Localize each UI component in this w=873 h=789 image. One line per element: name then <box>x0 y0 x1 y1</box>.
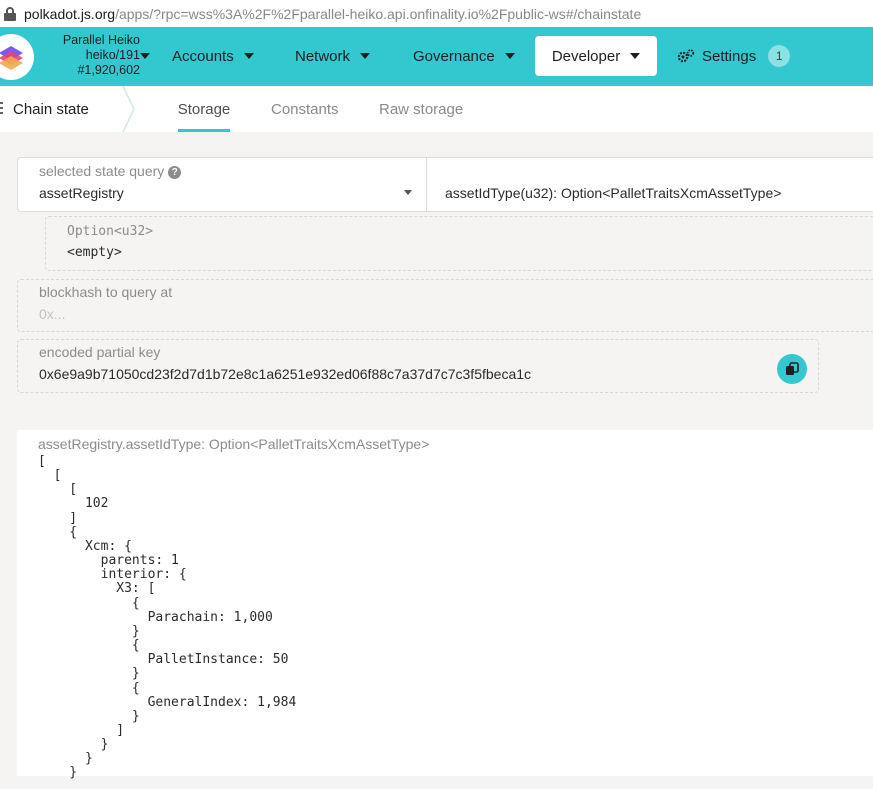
param-value: <empty> <box>67 245 122 260</box>
tab-raw-storage-label: Raw storage <box>379 100 464 118</box>
menu-bars-icon <box>0 102 3 116</box>
query-label: selected state query? <box>39 163 182 179</box>
breadcrumb-chevron-icon <box>122 86 135 132</box>
encoded-key-field: encoded partial key 0x6e9a9b71050cd23f2d… <box>17 339 819 393</box>
blockhash-label: blockhash to query at <box>39 284 173 300</box>
nav-accounts-label: Accounts <box>172 47 234 65</box>
nav-network[interactable]: Network <box>295 36 371 76</box>
chevron-down-icon <box>404 190 412 195</box>
chevron-down-icon[interactable] <box>140 53 150 59</box>
param-type-label: Option<u32> <box>67 224 154 239</box>
chain-block-number: #1,920,602 <box>77 63 140 77</box>
chevron-down-icon <box>360 53 371 59</box>
section-chain-state[interactable]: Chain state <box>0 86 89 132</box>
encoded-key-value: 0x6e9a9b71050cd23f2d7d1b72e8c1a6251e932e… <box>39 366 532 382</box>
chevron-down-icon <box>504 53 515 59</box>
nav-developer[interactable]: Developer <box>535 36 657 76</box>
blockhash-placeholder: 0x... <box>39 306 66 322</box>
tab-constants-label: Constants <box>271 100 339 118</box>
module-value: assetRegistry <box>39 185 124 201</box>
query-result: assetRegistry.assetIdType: Option<Pallet… <box>17 430 873 780</box>
chevron-down-icon <box>630 53 641 59</box>
method-select[interactable]: assetIdType(u32): Option<PalletTraitsXcm… <box>426 157 873 212</box>
chain-name: Parallel Heiko <box>62 33 140 47</box>
result-output: [ [ [ 102 ] { Xcm: { parents: 1 interior… <box>38 454 297 781</box>
blockhash-input[interactable]: blockhash to query at 0x... <box>17 279 873 332</box>
nav-accounts[interactable]: Accounts <box>172 36 254 76</box>
section-title: Chain state <box>13 100 89 118</box>
tab-storage-label: Storage <box>177 100 231 118</box>
nav-settings-label: Settings <box>702 47 757 65</box>
nav-settings[interactable]: Settings 1 <box>677 36 791 76</box>
method-value: assetIdType(u32): Option<PalletTraitsXcm… <box>445 185 782 201</box>
url-host: polkadot.js.org <box>24 5 116 22</box>
nav-governance-label: Governance <box>413 47 495 65</box>
sub-navigation: Chain state Storage Constants Raw storag… <box>0 86 873 132</box>
nav-developer-label: Developer <box>551 47 621 65</box>
lock-icon <box>4 6 16 21</box>
gear-icon <box>677 49 695 63</box>
tab-constants[interactable]: Constants <box>271 86 339 132</box>
url-path: /apps/?rpc=wss%3A%2F%2Fparallel-heiko.ap… <box>115 5 642 22</box>
nav-governance[interactable]: Governance <box>413 36 515 76</box>
nav-network-label: Network <box>295 47 351 65</box>
copy-button[interactable] <box>777 354 807 384</box>
tab-raw-storage[interactable]: Raw storage <box>379 86 463 132</box>
encoded-key-label: encoded partial key <box>39 344 161 360</box>
chevron-down-icon <box>243 53 254 59</box>
copy-icon <box>786 362 799 375</box>
result-label: assetRegistry.assetIdType: Option<Pallet… <box>38 436 430 452</box>
help-icon[interactable]: ? <box>168 166 182 179</box>
browser-url-bar[interactable]: polkadot.js.org/apps/?rpc=wss%3A%2F%2Fpa… <box>0 0 873 27</box>
param-option-u32[interactable]: Option<u32> <empty> <box>45 216 873 271</box>
top-navigation: Parallel Heiko heiko/191 #1,920,602 Acco… <box>0 27 873 86</box>
tab-storage[interactable]: Storage <box>159 86 249 132</box>
chain-spec: heiko/191 <box>85 48 140 62</box>
settings-count-badge: 1 <box>768 45 791 67</box>
chain-selector[interactable]: Parallel Heiko heiko/191 #1,920,602 <box>40 33 140 78</box>
module-select[interactable]: selected state query? assetRegistry <box>17 157 427 212</box>
parallel-logo-icon[interactable] <box>0 34 34 80</box>
